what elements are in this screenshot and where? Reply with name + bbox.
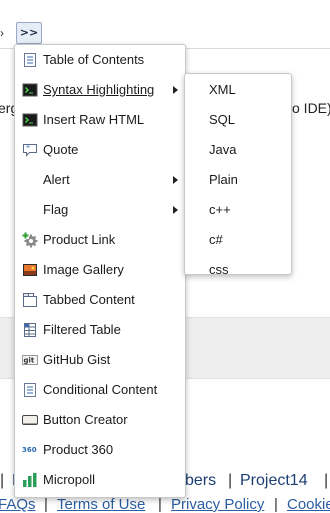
image-gallery-icon [22, 262, 38, 278]
toolbar-arrow-icon: › [0, 26, 4, 40]
menu-item-label: Image Gallery [43, 262, 124, 277]
button-creator-icon [22, 412, 38, 428]
menu-item-label: Product 360 [43, 442, 114, 457]
svg-text:git: git [24, 357, 35, 365]
footer-link-faqs[interactable]: FAQs [0, 496, 36, 513]
submenu-item-sql[interactable]: SQL [185, 104, 291, 134]
menu-item-flag[interactable]: Flag [15, 195, 185, 225]
menu-item-image-gallery[interactable]: Image Gallery [15, 255, 185, 285]
menu-item-label: Conditional Content [43, 382, 158, 397]
terminal-icon [22, 82, 38, 98]
page-text-fragment-right: o IDE) a [292, 100, 330, 116]
submenu-item-label: c# [209, 232, 223, 247]
menu-item-label: Quote [43, 142, 79, 157]
submenu-item-label: css [209, 262, 229, 277]
terminal-icon [22, 112, 38, 128]
svg-text:": " [26, 145, 30, 154]
menu-item-quote[interactable]: " Quote [15, 135, 185, 165]
gear-plus-icon [22, 232, 38, 248]
menu-item-label: Syntax Highlighting [43, 82, 155, 97]
submenu-arrow-icon [173, 206, 178, 214]
tabbed-content-icon [22, 292, 38, 308]
menu-item-alert[interactable]: Alert [15, 165, 185, 195]
submenu-item-csharp[interactable]: c# [185, 224, 291, 254]
footer-link-project14[interactable]: Project14 [240, 472, 308, 490]
submenu-item-css[interactable]: css [185, 254, 291, 284]
menu-item-label: Flag [43, 202, 69, 217]
product-360-icon: 360 [22, 442, 38, 458]
submenu-item-label: c++ [209, 202, 231, 217]
submenu-arrow-icon [173, 176, 178, 184]
submenu-item-label: SQL [209, 112, 236, 127]
quote-icon: " [22, 142, 38, 158]
insert-menu: Table of Contents Syntax Highlighting In… [14, 44, 186, 498]
menu-item-filtered-table[interactable]: Filtered Table [15, 315, 185, 345]
menu-item-label: GitHub Gist [43, 352, 111, 367]
submenu-item-xml[interactable]: XML [185, 74, 291, 104]
menu-item-label: Table of Contents [43, 52, 145, 67]
submenu-item-cpp[interactable]: c++ [185, 194, 291, 224]
filtered-table-icon [22, 322, 38, 338]
syntax-highlighting-submenu: XML SQL Java Plain c++ c# css [184, 73, 292, 277]
svg-text:360: 360 [22, 446, 37, 454]
menu-item-product-360[interactable]: 360 Product 360 [15, 435, 185, 465]
footer-link-terms[interactable]: Terms of Use [57, 496, 145, 513]
table-of-contents-icon [22, 52, 38, 68]
footer-separator: | [0, 472, 5, 489]
menu-item-label: Tabbed Content [43, 292, 135, 307]
menu-item-label: Filtered Table [43, 322, 121, 337]
menu-item-table-of-contents[interactable]: Table of Contents [15, 45, 185, 75]
submenu-item-label: Java [209, 142, 237, 157]
menu-item-micropoll[interactable]: Micropoll [15, 465, 185, 495]
menu-item-label: Product Link [43, 232, 116, 247]
footer-link-privacy[interactable]: Privacy Policy [171, 496, 264, 513]
menu-item-label: Micropoll [43, 472, 96, 487]
submenu-arrow-icon [173, 86, 178, 94]
submenu-item-plain[interactable]: Plain [185, 164, 291, 194]
menu-item-github-gist[interactable]: git GitHub Gist [15, 345, 185, 375]
menu-item-label: Insert Raw HTML [43, 112, 145, 127]
submenu-item-java[interactable]: Java [185, 134, 291, 164]
footer-separator: | [274, 496, 278, 513]
menu-item-syntax-highlighting[interactable]: Syntax Highlighting [15, 75, 185, 105]
menu-item-conditional-content[interactable]: Conditional Content [15, 375, 185, 405]
menu-item-button-creator[interactable]: Button Creator [15, 405, 185, 435]
footer-separator: | [324, 472, 329, 489]
footer-link-cookie[interactable]: Cookie [287, 496, 330, 513]
footer-separator: | [228, 472, 233, 489]
menu-item-label: Alert [43, 172, 70, 187]
expand-toolbar-button[interactable]: >> [16, 22, 42, 44]
menu-item-label: Button Creator [43, 412, 128, 427]
menu-item-insert-raw-html[interactable]: Insert Raw HTML [15, 105, 185, 135]
micropoll-icon [22, 472, 38, 488]
conditional-content-icon [22, 382, 38, 398]
menu-item-tabbed-content[interactable]: Tabbed Content [15, 285, 185, 315]
footer-separator: | [158, 496, 162, 513]
footer-link-members[interactable]: bers [185, 472, 216, 490]
submenu-item-label: XML [209, 82, 236, 97]
footer-separator: | [44, 496, 48, 513]
git-icon: git [22, 352, 38, 368]
menu-item-product-link[interactable]: Product Link [15, 225, 185, 255]
submenu-item-label: Plain [209, 172, 238, 187]
